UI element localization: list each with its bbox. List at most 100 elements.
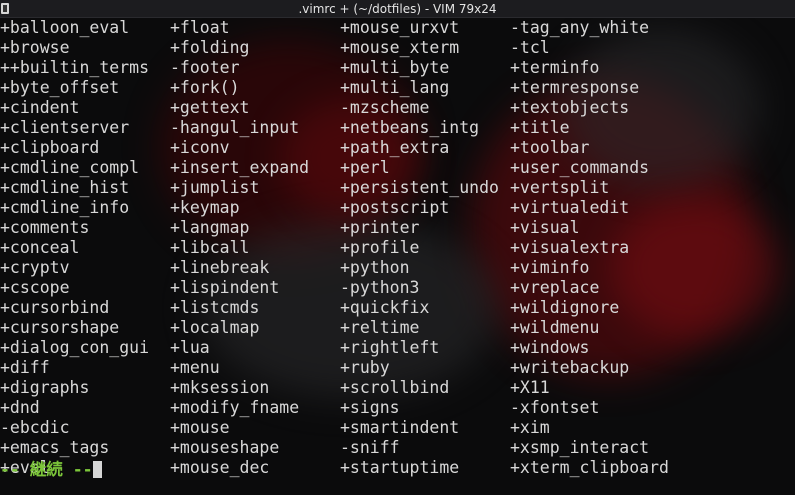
feature-item: +xterm_clipboard [510, 458, 669, 477]
feature-item: +netbeans_intg [340, 118, 480, 137]
feature-item: +X11 [510, 378, 550, 397]
feature-item: +profile [340, 238, 420, 257]
window-title: .vimrc + (~/dotfiles) - VIM 79x24 [298, 2, 497, 16]
feature-item: -xfontset [510, 398, 600, 417]
feature-item: +virtualedit [510, 198, 630, 217]
feature-item: +viminfo [510, 258, 590, 277]
feature-item: +jumplist [170, 178, 260, 197]
feature-item: +quickfix [340, 298, 430, 317]
feature-row: +cmdline_hist +jumplist +persistent_undo +v… [0, 178, 795, 198]
feature-item: +title [510, 118, 570, 137]
feature-row: +conceal +libcall +profile +visualextra [0, 238, 795, 258]
feature-item: +wildmenu [510, 318, 600, 337]
feature-item: +fork() [170, 78, 240, 97]
feature-item: +mouse_xterm [340, 38, 460, 57]
feature-item: +reltime [340, 318, 420, 337]
feature-item: +smartindent [340, 418, 460, 437]
feature-row: +emacs_tags +mouseshape -sniff +xsmp_intera… [0, 438, 795, 458]
feature-item: -mzscheme [340, 98, 430, 117]
feature-item: +cmdline_info [0, 198, 130, 217]
feature-row: +clientserver -hangul_input +netbeans_intg… [0, 118, 795, 138]
feature-list[interactable]: +balloon_eval +float +mouse_urxvt -tag_any_… [0, 18, 795, 495]
feature-item: +postscript [340, 198, 450, 217]
feature-item: +cursorshape [0, 318, 120, 337]
feature-item: +cursorbind [0, 298, 110, 317]
feature-item: -sniff [340, 438, 400, 457]
feature-row: +byte_offset +fork() +multi_lang +termrespo… [0, 78, 795, 98]
feature-item: -tag_any_white [510, 18, 650, 37]
feature-item: -python3 [340, 278, 420, 297]
feature-item: +keymap [170, 198, 240, 217]
feature-item: +xim [510, 418, 550, 437]
feature-item: +libcall [170, 238, 250, 257]
feature-item: +lispindent [170, 278, 280, 297]
feature-item: +windows [510, 338, 590, 357]
feature-row: +cscope +lispindent -python3 +vreplace [0, 278, 795, 298]
feature-item: +termresponse [510, 78, 640, 97]
feature-item: +textobjects [510, 98, 630, 117]
feature-item: +xsmp_interact [510, 438, 650, 457]
feature-item: +cmdline_hist [0, 178, 130, 197]
feature-item: +menu [170, 358, 220, 377]
title-bar[interactable]: .vimrc + (~/dotfiles) - VIM 79x24 [0, 0, 795, 18]
feature-row: +dialog_con_gui +lua +rightleft +windows [0, 338, 795, 358]
feature-item: +ruby [340, 358, 390, 377]
feature-row: +digraphs +mksession +scrollbind +X11 [0, 378, 795, 398]
feature-item: +gettext [170, 98, 250, 117]
feature-item: +folding [170, 38, 250, 57]
feature-item: +rightleft [340, 338, 440, 357]
feature-item: +vreplace [510, 278, 600, 297]
feature-item: +visual [510, 218, 580, 237]
feature-row: +comments +langmap +printer +visual [0, 218, 795, 238]
feature-item: +emacs_tags [0, 438, 110, 457]
more-prompt-text: -- 継続 -- [0, 460, 93, 479]
feature-item: +printer [340, 218, 420, 237]
feature-item: +toolbar [510, 138, 590, 157]
feature-item: +clientserver [0, 118, 130, 137]
feature-item: -hangul_input [170, 118, 300, 137]
feature-item: +terminfo [510, 58, 600, 77]
feature-item: +scrollbind [340, 378, 450, 397]
feature-item: +comments [0, 218, 90, 237]
feature-item: +user_commands [510, 158, 650, 177]
feature-item: +mouse [170, 418, 230, 437]
feature-item: +persistent_undo [340, 178, 499, 197]
feature-item: +insert_expand [170, 158, 310, 177]
feature-item: +wildignore [510, 298, 620, 317]
feature-item: +path_extra [340, 138, 450, 157]
feature-item: +conceal [0, 238, 80, 257]
feature-item: +vertsplit [510, 178, 610, 197]
more-prompt: -- 継続 -- [0, 460, 102, 480]
feature-item: -tcl [510, 38, 550, 57]
feature-item: +listcmds [170, 298, 260, 317]
feature-row: +cursorbind +listcmds +quickfix +wildignore [0, 298, 795, 318]
feature-row: +clipboard +iconv +path_extra +toolbar [0, 138, 795, 158]
feature-row: +cindent +gettext -mzscheme +textobjects [0, 98, 795, 118]
feature-item: +mouse_urxvt [340, 18, 460, 37]
feature-row: +diff +menu +ruby +writebackup [0, 358, 795, 378]
feature-row: +cursorshape +localmap +reltime +wildmenu [0, 318, 795, 338]
feature-item: +byte_offset [0, 78, 120, 97]
feature-item: +lua [170, 338, 210, 357]
feature-row: +balloon_eval +float +mouse_urxvt -tag_any_… [0, 18, 795, 38]
feature-item: -ebcdic [0, 418, 70, 437]
feature-item: -footer [170, 58, 240, 77]
feature-item: +multi_lang [340, 78, 450, 97]
feature-item: +signs [340, 398, 400, 417]
feature-item: +balloon_eval [0, 18, 130, 37]
feature-item: +localmap [170, 318, 260, 337]
feature-row: ++builtin_terms -footer +multi_byte +termin… [0, 58, 795, 78]
feature-item: +mouse_dec [170, 458, 270, 477]
feature-item: +writebackup [510, 358, 630, 377]
feature-item: +mouseshape [170, 438, 280, 457]
feature-item: +clipboard [0, 138, 100, 157]
feature-row: -ebcdic +mouse +smartindent +xim [0, 418, 795, 438]
feature-row: +browse +folding +mouse_xterm -tcl [0, 38, 795, 58]
feature-item: +diff [0, 358, 50, 377]
feature-item: +python [340, 258, 410, 277]
feature-row: +dnd +modify_fname +signs -xfontset [0, 398, 795, 418]
vim-terminal-window: .vimrc + (~/dotfiles) - VIM 79x24 +ballo… [0, 0, 795, 495]
feature-item: +iconv [170, 138, 230, 157]
feature-item: +modify_fname [170, 398, 300, 417]
feature-item: +float [170, 18, 230, 37]
